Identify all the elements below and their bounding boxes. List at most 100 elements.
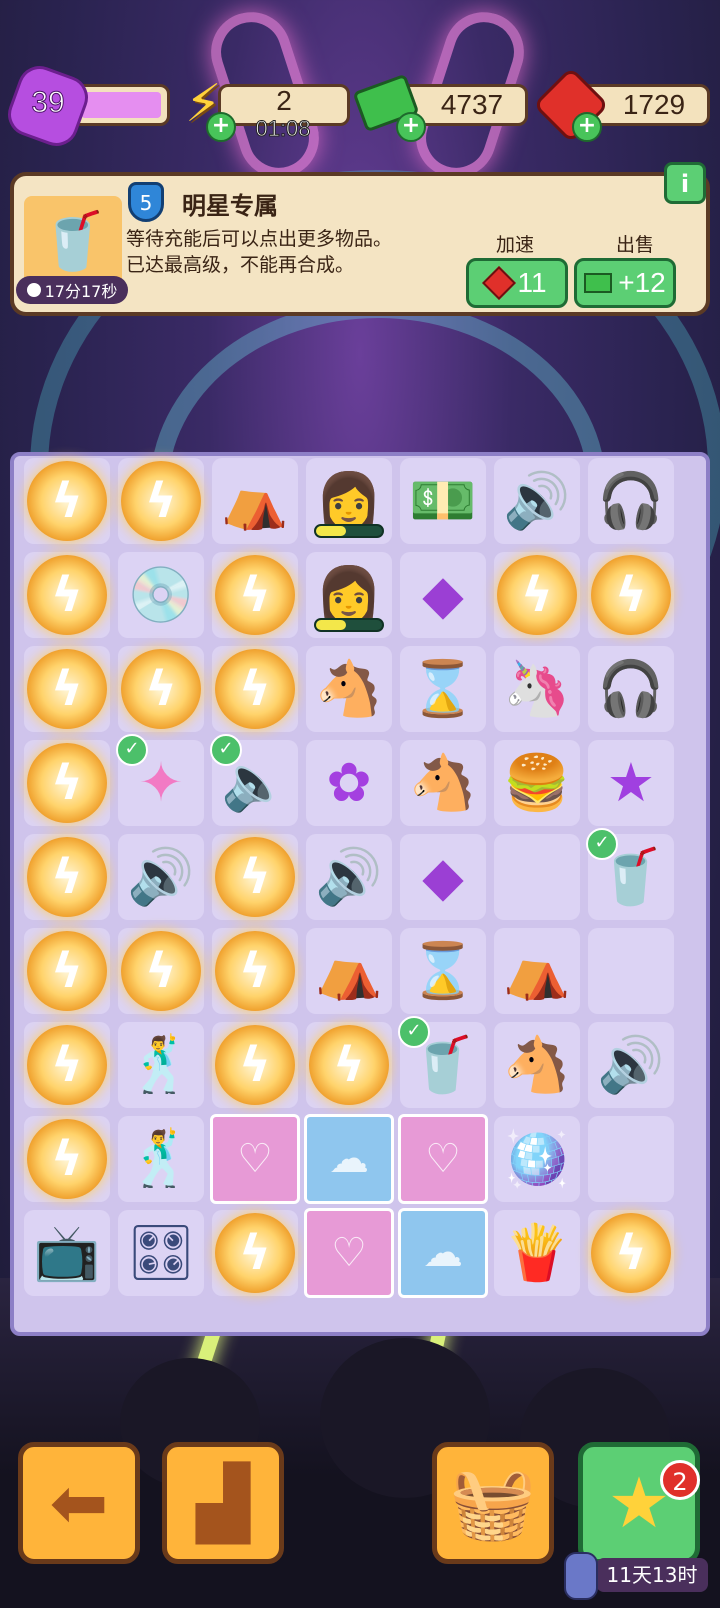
- tent-icon: ⛺: [221, 469, 289, 532]
- charging-generator[interactable]: ϟ: [118, 928, 204, 1014]
- speedup-button[interactable]: 11: [466, 258, 568, 308]
- pink-pony-icon: 🐴: [315, 657, 383, 720]
- board-item[interactable]: 🎛: [118, 1210, 204, 1296]
- locked-cell[interactable]: ♡: [304, 1208, 394, 1298]
- board-item[interactable]: ⛺: [494, 928, 580, 1014]
- charging-generator[interactable]: ϟ: [24, 552, 110, 638]
- charging-generator[interactable]: ϟ: [24, 928, 110, 1014]
- merge-board: ϟ ϟ ⛺ 👩 💵 🔊 🎧 ϟ 💿 ϟ 👩 ◆ ϟ ϟ ϟ ϟ ϟ 🐴 ⌛ 🦄 🎧 ϟ ✦ ✓ 🔈 ✓ ✿ 🐴 🍔 ★ ϟ 🔊 ϟ 🔊 ◆ 🥤 ✓ ϟ ϟ ϟ…: [10, 452, 710, 1336]
- leaderboard-button[interactable]: ▟: [162, 1442, 284, 1564]
- charging-generator[interactable]: ϟ: [24, 458, 110, 544]
- board-item[interactable]: ⛺: [212, 458, 298, 544]
- charging-generator[interactable]: ϟ: [212, 928, 298, 1014]
- charge-lightning-icon: ϟ: [215, 837, 295, 917]
- idol-girl: 👩: [315, 469, 383, 532]
- add-energy-button[interactable]: +: [206, 112, 236, 142]
- charging-generator[interactable]: ϟ: [24, 834, 110, 920]
- charge-lightning-icon: ϟ: [121, 461, 201, 541]
- board-item[interactable]: ⌛: [400, 646, 486, 732]
- board-item[interactable]: 🔊: [588, 1022, 674, 1108]
- purple-blob-icon: ✿: [326, 751, 372, 814]
- board-item[interactable]: 📺: [24, 1210, 110, 1296]
- locked-cell[interactable]: ☁: [304, 1114, 394, 1204]
- charging-generator[interactable]: ϟ: [494, 552, 580, 638]
- item-timer: 17分17秒: [16, 276, 128, 304]
- purple-gem-icon: ◆: [422, 563, 464, 626]
- board-item[interactable]: 🔊: [118, 834, 204, 920]
- charging-generator[interactable]: ϟ: [306, 1022, 392, 1108]
- locked-cell[interactable]: ♡: [398, 1114, 488, 1204]
- glowstick-icon: ✦: [138, 751, 184, 814]
- add-cash-button[interactable]: +: [396, 112, 426, 142]
- idol-girl: 👩: [315, 563, 383, 626]
- locked-cell[interactable]: ☁: [398, 1208, 488, 1298]
- board-item[interactable]: 👩: [306, 552, 392, 638]
- board-item[interactable]: 🕺: [118, 1116, 204, 1202]
- charging-generator[interactable]: ϟ: [118, 458, 204, 544]
- basket-button[interactable]: 🧺: [432, 1442, 554, 1564]
- charging-generator[interactable]: ϟ: [212, 646, 298, 732]
- item-desc-2: 已达最高级，不能再合成。: [126, 254, 355, 276]
- charging-generator[interactable]: ϟ: [588, 552, 674, 638]
- charging-generator[interactable]: ϟ: [118, 646, 204, 732]
- board-item[interactable]: ◆: [400, 834, 486, 920]
- board-item[interactable]: 🔊: [306, 834, 392, 920]
- charging-generator[interactable]: ϟ: [212, 1210, 298, 1296]
- dancer-icon: 🕺: [127, 1033, 195, 1096]
- info-button[interactable]: i: [664, 162, 706, 204]
- board-item[interactable]: 🥤 ✓: [586, 828, 674, 920]
- board-item[interactable]: 🐴: [400, 740, 486, 826]
- board-item[interactable]: 👩: [306, 458, 392, 544]
- back-button[interactable]: ⬅: [18, 1442, 140, 1564]
- empty-cell[interactable]: [588, 1116, 674, 1202]
- heart-lock-icon: ♡: [304, 1208, 394, 1298]
- board-item[interactable]: ⛺: [306, 928, 392, 1014]
- charging-generator[interactable]: ϟ: [212, 1022, 298, 1108]
- board-item[interactable]: ✦ ✓: [116, 734, 204, 826]
- cloud-lock-icon: ☁: [398, 1208, 488, 1298]
- speaker-icon: 🔊: [127, 845, 195, 908]
- sell-button[interactable]: +12: [574, 258, 676, 308]
- charging-generator[interactable]: ϟ: [212, 834, 298, 920]
- board-item[interactable]: ◆: [400, 552, 486, 638]
- charging-generator[interactable]: ϟ: [24, 1022, 110, 1108]
- cash-value: 4737: [440, 89, 504, 120]
- board-item[interactable]: 🔊: [494, 458, 580, 544]
- board-item[interactable]: 🕺: [118, 1022, 204, 1108]
- empty-cell[interactable]: [588, 928, 674, 1014]
- charging-generator[interactable]: ϟ: [24, 740, 110, 826]
- pink-pony-icon: 🐴: [409, 751, 477, 814]
- board-item[interactable]: 🎧: [588, 646, 674, 732]
- speaker-icon: 🔊: [503, 469, 571, 532]
- add-gem-button[interactable]: +: [572, 112, 602, 142]
- board-item[interactable]: ★: [588, 740, 674, 826]
- heart-lock-icon: ♡: [210, 1114, 300, 1204]
- board-item[interactable]: 🦄: [494, 646, 580, 732]
- board-item[interactable]: 💿: [118, 552, 204, 638]
- board-item[interactable]: 🥤 ✓: [398, 1016, 486, 1108]
- board-item[interactable]: ⌛: [400, 928, 486, 1014]
- board-item[interactable]: 🪩: [494, 1116, 580, 1202]
- dome-tent-icon: ⛺: [315, 939, 383, 1002]
- charging-generator[interactable]: ϟ: [24, 1116, 110, 1202]
- dj-booth-icon: 🎛: [126, 1221, 196, 1284]
- board-item[interactable]: 🍔: [494, 740, 580, 826]
- board-item[interactable]: 💵: [400, 458, 486, 544]
- sell-value: +12: [618, 267, 666, 298]
- purple-gem-icon: ◆: [422, 845, 464, 908]
- charging-generator[interactable]: ϟ: [212, 552, 298, 638]
- locked-cell[interactable]: ♡: [210, 1114, 300, 1204]
- shield-level-icon: 5: [128, 182, 164, 222]
- charging-generator[interactable]: ϟ: [24, 646, 110, 732]
- empty-cell[interactable]: [494, 834, 580, 920]
- speedup-cost: 11: [517, 267, 547, 298]
- board-item[interactable]: ✿: [306, 740, 392, 826]
- board-item[interactable]: 🍟: [494, 1210, 580, 1296]
- board-item[interactable]: 🎧: [588, 458, 674, 544]
- charging-generator[interactable]: ϟ: [588, 1210, 674, 1296]
- item-info-panel: 🥤 17分17秒 5 明星专属 等待充能后可以点出更多物品。 已达最高级，不能再…: [10, 162, 710, 316]
- cash-icon: [584, 273, 613, 293]
- board-item[interactable]: 🔈 ✓: [210, 734, 298, 826]
- board-item[interactable]: 🐴: [494, 1022, 580, 1108]
- board-item[interactable]: 🐴: [306, 646, 392, 732]
